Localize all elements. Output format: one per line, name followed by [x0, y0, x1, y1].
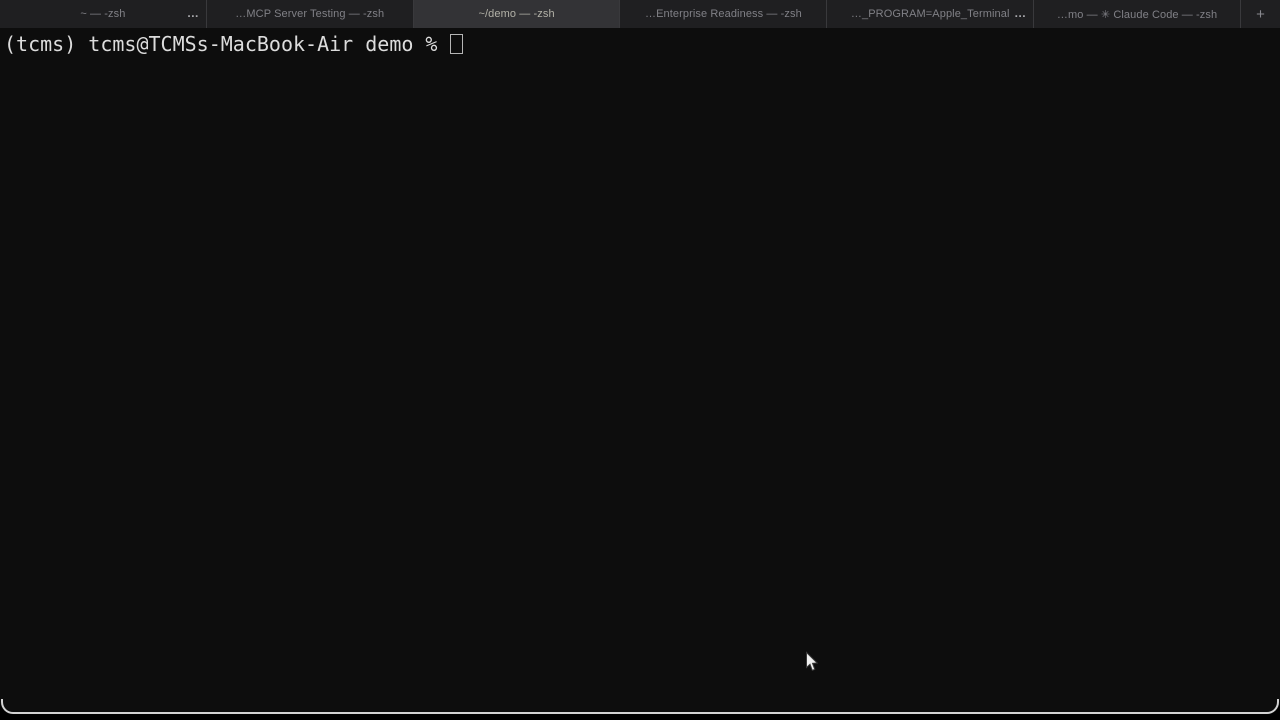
terminal-screen[interactable]: (tcms) tcms@TCMSs-MacBook-Air demo %: [0, 28, 1280, 713]
tab-title: …mo — ✳ Claude Code — -zsh: [1057, 8, 1217, 21]
tab-mcp-server-testing[interactable]: …MCP Server Testing — -zsh: [207, 0, 414, 28]
tab-enterprise-readiness[interactable]: …Enterprise Readiness — -zsh: [620, 0, 827, 28]
terminal-prompt: (tcms) tcms@TCMSs-MacBook-Air demo %: [4, 33, 450, 55]
tab-demo-active[interactable]: ~/demo — -zsh: [414, 0, 621, 28]
tab-title: …MCP Server Testing — -zsh: [235, 8, 384, 20]
terminal-prompt-line: (tcms) tcms@TCMSs-MacBook-Air demo %: [4, 33, 1280, 55]
tab-title: …Enterprise Readiness — -zsh: [645, 8, 802, 20]
tab-title: …_PROGRAM=Apple_Terminal: [851, 8, 1010, 20]
tab-activity-indicator: …: [187, 7, 199, 19]
new-tab-button[interactable]: +: [1241, 0, 1280, 28]
plus-icon: +: [1256, 7, 1265, 22]
tab-title: ~ — -zsh: [80, 8, 125, 20]
terminal-tab-bar: ~ — -zsh … …MCP Server Testing — -zsh ~/…: [0, 0, 1280, 28]
tab-apple-terminal-program[interactable]: …_PROGRAM=Apple_Terminal …: [827, 0, 1034, 28]
tab-claude-code[interactable]: …mo — ✳ Claude Code — -zsh: [1034, 0, 1241, 28]
desktop: ~ — -zsh … …MCP Server Testing — -zsh ~/…: [0, 0, 1280, 720]
terminal-window: ~ — -zsh … …MCP Server Testing — -zsh ~/…: [0, 0, 1280, 713]
tab-activity-indicator: …: [1014, 7, 1026, 19]
tab-title: ~/demo — -zsh: [478, 8, 554, 20]
terminal-cursor: [450, 34, 463, 54]
window-resize-edge[interactable]: [1, 699, 1279, 714]
tab-home-zsh[interactable]: ~ — -zsh …: [0, 0, 207, 28]
